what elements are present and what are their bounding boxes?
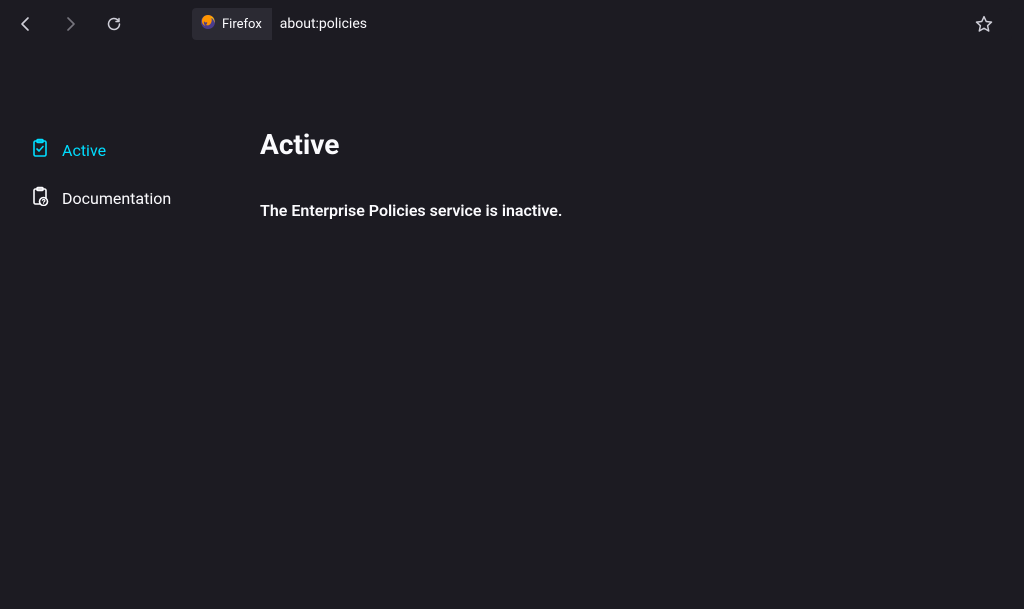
clipboard-help-icon — [30, 186, 50, 210]
sidebar-item-label: Active — [62, 141, 106, 160]
sidebar-item-active[interactable]: Active — [0, 126, 240, 174]
back-button[interactable] — [4, 4, 48, 44]
clipboard-check-icon — [30, 138, 50, 162]
browser-toolbar: Firefox about:policies — [0, 0, 1024, 48]
firefox-icon — [200, 14, 216, 34]
page-content: Active Documentation Active The Enterpri… — [0, 48, 1024, 609]
url-bar-container: Firefox about:policies — [192, 8, 1012, 40]
identity-label: Firefox — [222, 17, 262, 32]
forward-button[interactable] — [48, 4, 92, 44]
sidebar-item-documentation[interactable]: Documentation — [0, 174, 240, 222]
url-text: about:policies — [280, 16, 367, 32]
bookmark-star-button[interactable] — [968, 8, 1000, 40]
sidebar-item-label: Documentation — [62, 189, 171, 208]
url-input[interactable]: about:policies — [272, 8, 1012, 40]
url-actions — [968, 8, 1004, 40]
page-title: Active — [260, 128, 1024, 161]
status-message: The Enterprise Policies service is inact… — [260, 201, 1024, 220]
sidebar: Active Documentation — [0, 48, 240, 609]
reload-button[interactable] — [92, 4, 136, 44]
main-panel: Active The Enterprise Policies service i… — [240, 48, 1024, 609]
identity-box[interactable]: Firefox — [192, 8, 272, 40]
